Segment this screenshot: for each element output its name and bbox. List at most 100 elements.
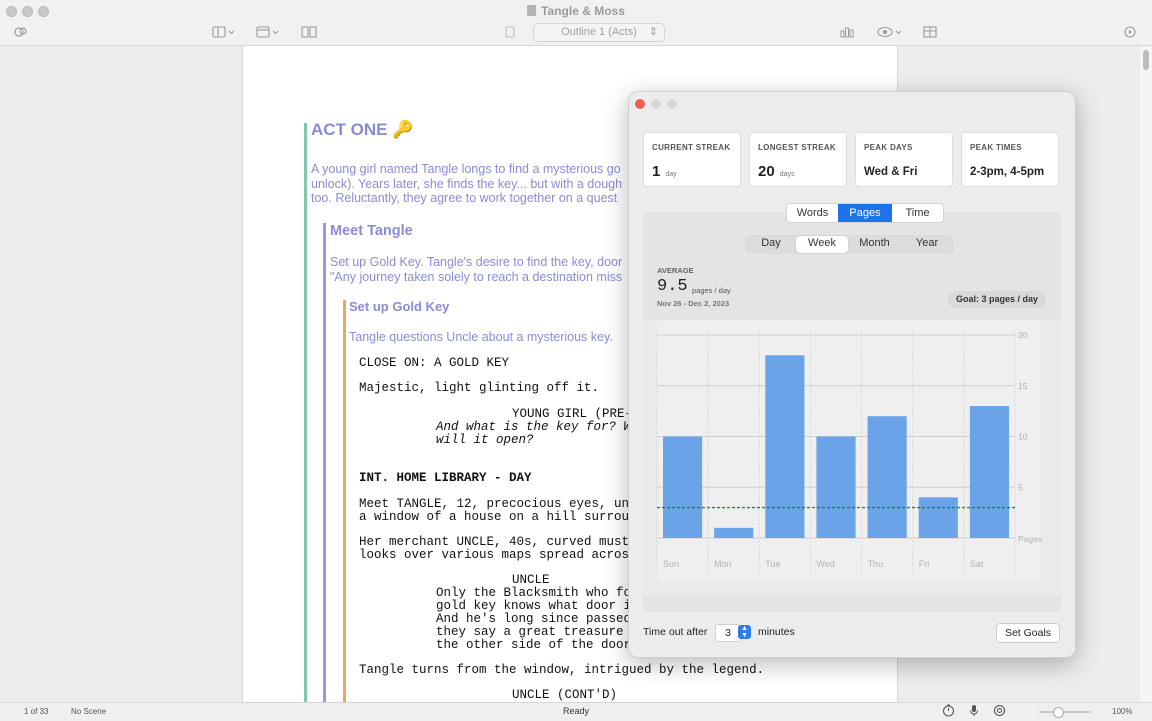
panel-minimize-button[interactable] — [651, 99, 661, 109]
split-view-icon[interactable] — [301, 24, 317, 40]
panel-zoom-button[interactable] — [667, 99, 677, 109]
tab-pages[interactable]: Pages — [838, 204, 892, 222]
y-tick-label: 15 — [1018, 381, 1028, 391]
pages-bar-chart: 5 10 15 20 Pages Sun Mon Tue Wed Thu Fri Sat — [643, 320, 1061, 595]
x-tick-label: Wed — [816, 559, 834, 569]
window-title: Tangle & Moss — [0, 4, 1152, 18]
collaboration-icon[interactable] — [14, 24, 28, 40]
script-line[interactable]: CLOSE ON: A GOLD KEY — [359, 357, 509, 370]
writing-stats-panel: CURRENT STREAK 1 day LONGEST STREAK 20 day… — [628, 91, 1076, 658]
goal-badge[interactable]: Goal: 3 pages / day — [948, 291, 1046, 308]
date-range: Nov 26 - Dec 2, 2023 — [657, 299, 730, 308]
window-toolbar: Tangle & Moss Outline 1 (Acts) ⇕ — [0, 0, 1152, 46]
beat-heading[interactable]: Set up Gold Key — [349, 299, 449, 314]
act-summary-line[interactable]: unlock). Years later, she finds the key.… — [311, 177, 622, 192]
script-line[interactable]: Tangle turns from the window, intrigued … — [359, 664, 764, 677]
stat-card-peak-days: PEAK DAYS Wed & Fri — [855, 132, 953, 187]
x-tick-label: Thu — [868, 559, 884, 569]
eye-icon[interactable] — [877, 24, 903, 40]
act-summary-line[interactable]: too. Reluctantly, they agree to work tog… — [311, 191, 617, 206]
set-goals-button[interactable]: Set Goals — [996, 623, 1060, 643]
stat-card-current-streak: CURRENT STREAK 1 day — [643, 132, 741, 187]
microphone-icon[interactable] — [969, 704, 979, 719]
stat-value: 2-3pm, 4-5pm — [970, 166, 1045, 178]
timer-icon[interactable] — [942, 704, 955, 719]
bar-thu — [867, 416, 907, 538]
grid-view-icon[interactable] — [923, 24, 937, 40]
stat-label: CURRENT STREAK — [652, 143, 731, 152]
window-title-text: Tangle & Moss — [541, 4, 625, 18]
timeout-label: Time out after — [643, 626, 708, 638]
outline-selector-label: Outline 1 (Acts) — [561, 26, 637, 38]
act-bar — [304, 123, 307, 702]
tab-words[interactable]: Words — [787, 204, 838, 222]
status-bar: 1 of 33 No Scene Ready 100% — [0, 702, 1152, 721]
scene-bar — [323, 223, 326, 702]
document-icon — [527, 5, 537, 16]
stat-label: PEAK TIMES — [970, 143, 1022, 152]
stat-card-peak-times: PEAK TIMES 2-3pm, 4-5pm — [961, 132, 1059, 187]
scene-summary-line[interactable]: Set up Gold Key. Tangle's desire to find… — [330, 255, 622, 270]
layout-icon[interactable] — [256, 24, 280, 40]
sidebar-toggle-icon[interactable] — [212, 24, 236, 40]
beat-bar — [343, 300, 346, 702]
page-indicator: 1 of 33 — [24, 707, 49, 716]
scene-heading[interactable]: Meet Tangle — [330, 223, 413, 239]
bar-tue — [765, 355, 805, 538]
zoom-slider[interactable] — [1039, 707, 1091, 718]
bar-mon — [714, 527, 754, 538]
bar-wed — [816, 436, 856, 538]
y-tick-label: 5 — [1018, 482, 1023, 492]
tab-month[interactable]: Month — [848, 236, 901, 253]
zoom-level: 100% — [1112, 707, 1133, 716]
stat-label: PEAK DAYS — [864, 143, 913, 152]
x-tick-label: Sat — [970, 559, 984, 569]
bar-fri — [918, 497, 958, 538]
zoom-slider-knob[interactable] — [1053, 707, 1064, 718]
act-summary-line[interactable]: A young girl named Tangle longs to find … — [311, 162, 621, 177]
tab-week[interactable]: Week — [796, 236, 848, 253]
timeout-stepper[interactable]: ▲ ▼ — [738, 625, 751, 639]
tab-day[interactable]: Day — [746, 236, 796, 253]
script-line[interactable]: a window of a house on a hill surrou — [359, 511, 629, 524]
panel-close-button[interactable] — [635, 99, 645, 109]
y-tick-label: 10 — [1018, 432, 1028, 442]
note-icon[interactable] — [505, 24, 515, 40]
x-tick-label: Fri — [919, 559, 930, 569]
script-line[interactable]: will it open? — [436, 434, 534, 447]
act-heading[interactable]: ACT ONE 🔑 — [311, 120, 413, 140]
script-line[interactable]: INT. HOME LIBRARY - DAY — [359, 472, 532, 485]
chevron-down-icon: ▼ — [741, 632, 748, 639]
average-label: AVERAGE — [657, 266, 694, 275]
statistics-icon[interactable] — [840, 24, 854, 40]
bar-sat — [969, 406, 1009, 538]
scene-indicator: No Scene — [71, 707, 107, 716]
chevron-updown-icon: ⇕ — [648, 26, 658, 38]
target-icon[interactable] — [993, 704, 1006, 719]
beat-summary[interactable]: Tangle questions Uncle about a mysteriou… — [349, 330, 613, 345]
status-text: Ready — [563, 706, 590, 716]
x-tick-label: Mon — [714, 559, 732, 569]
stat-value: 1 — [652, 163, 661, 180]
script-line[interactable]: looks over various maps spread acros — [359, 549, 629, 562]
play-icon[interactable] — [1124, 24, 1136, 40]
tab-time[interactable]: Time — [892, 204, 943, 222]
chart-container: Words Pages Time Day Week Month Year AVE… — [643, 203, 1061, 612]
script-line[interactable]: UNCLE (CONT'D) — [512, 689, 617, 702]
tab-year[interactable]: Year — [901, 236, 953, 253]
dark-mode-icon[interactable] — [1018, 704, 1029, 719]
script-line[interactable]: the other side of the door — [436, 639, 631, 652]
vertical-scrollbar[interactable] — [1140, 46, 1152, 702]
stat-label: LONGEST STREAK — [758, 143, 836, 152]
average-unit: pages / day — [692, 286, 731, 295]
script-line[interactable]: Majestic, light glinting off it. — [359, 382, 599, 395]
scene-summary-line[interactable]: "Any journey taken solely to reach a des… — [330, 270, 622, 285]
panel-titlebar — [629, 92, 1075, 116]
outline-selector[interactable]: Outline 1 (Acts) ⇕ — [533, 23, 665, 42]
bar-sun — [663, 436, 703, 538]
average-value: 9.5 — [657, 277, 688, 296]
metric-segmented-control: Words Pages Time — [786, 203, 944, 223]
x-tick-label: Sun — [663, 559, 679, 569]
scrollbar-thumb[interactable] — [1143, 50, 1149, 70]
stat-value: Wed & Fri — [864, 166, 918, 178]
